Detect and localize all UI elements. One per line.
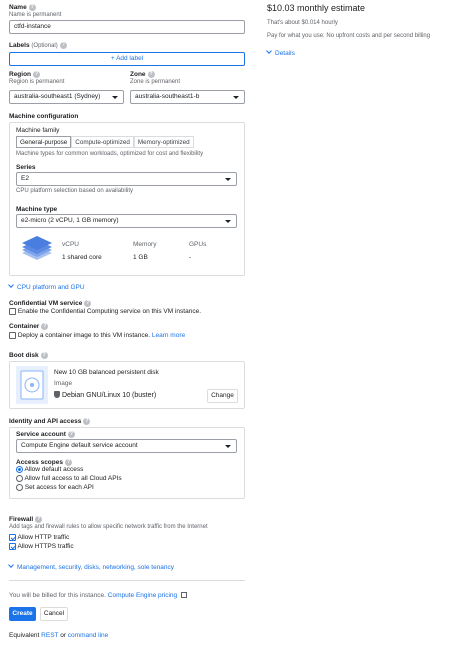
container-title: Container? bbox=[9, 323, 49, 331]
dropdown-arrow-icon bbox=[225, 445, 231, 448]
series-hint: CPU platform selection based on availabi… bbox=[16, 188, 134, 194]
firewall-hint: Add tags and firewall rules to allow spe… bbox=[9, 524, 208, 530]
dropdown-arrow-icon bbox=[233, 96, 239, 99]
machine-chip-icon bbox=[22, 236, 52, 260]
help-icon[interactable]: ? bbox=[59, 42, 67, 49]
chevron-down-icon bbox=[8, 282, 14, 288]
cancel-button[interactable]: Cancel bbox=[40, 607, 68, 621]
help-icon[interactable]: ? bbox=[64, 459, 72, 466]
monthly-estimate: $10.03 monthly estimate bbox=[267, 3, 366, 13]
spec-header-gpus: GPUs bbox=[189, 241, 207, 248]
dropdown-arrow-icon bbox=[112, 96, 118, 99]
learn-more-link[interactable]: Learn more bbox=[152, 332, 185, 339]
region-label: Region? bbox=[9, 71, 41, 79]
chevron-down-icon bbox=[266, 48, 272, 54]
pricing-note: Pay for what you use: No upfront costs a… bbox=[267, 33, 431, 39]
help-icon[interactable]: ? bbox=[41, 323, 49, 330]
name-hint: Name is permanent bbox=[9, 12, 62, 18]
help-icon[interactable]: ? bbox=[35, 516, 43, 523]
help-icon[interactable]: ? bbox=[83, 418, 91, 425]
machine-family-label: Machine family bbox=[16, 127, 60, 134]
container-option[interactable]: Deploy a container image to this VM inst… bbox=[9, 332, 185, 339]
confidential-option[interactable]: Enable the Confidential Computing servic… bbox=[9, 308, 201, 315]
https-checkbox[interactable] bbox=[9, 543, 16, 550]
labels-label: Labels (Optional)? bbox=[9, 42, 67, 49]
machine-family-tabs: General-purpose Compute-optimized Memory-o… bbox=[16, 136, 194, 148]
change-disk-button[interactable]: Change bbox=[207, 389, 238, 403]
tab-memory-optimized[interactable]: Memory-optimized bbox=[133, 136, 194, 148]
divider bbox=[9, 580, 245, 581]
rest-link[interactable]: REST bbox=[41, 632, 58, 639]
hourly-estimate: That's about $0.014 hourly bbox=[267, 20, 338, 26]
spec-header-memory: Memory bbox=[133, 241, 157, 248]
radio-button[interactable] bbox=[16, 475, 23, 482]
radio-button[interactable] bbox=[16, 484, 23, 491]
machine-config-title: Machine configuration bbox=[9, 113, 79, 120]
zone-label: Zone? bbox=[130, 71, 155, 79]
machine-type-label: Machine type bbox=[16, 206, 58, 213]
shield-icon bbox=[54, 391, 60, 398]
tab-general-purpose[interactable]: General-purpose bbox=[16, 136, 72, 148]
pricing-link[interactable]: Compute Engine pricing bbox=[108, 592, 177, 599]
cpu-platform-gpu-link[interactable]: CPU platform and GPU bbox=[8, 282, 85, 291]
confidential-checkbox[interactable] bbox=[9, 308, 16, 315]
spec-value-memory: 1 GB bbox=[133, 254, 148, 261]
dropdown-arrow-icon bbox=[225, 220, 231, 223]
spec-value-vcpu: 1 shared core bbox=[62, 254, 102, 261]
service-account-label: Service account? bbox=[16, 431, 75, 439]
spec-value-gpus: - bbox=[189, 254, 192, 261]
add-label-button[interactable]: + Add label bbox=[9, 52, 245, 66]
external-link-icon[interactable] bbox=[180, 592, 187, 598]
details-toggle[interactable]: Details bbox=[266, 48, 295, 57]
zone-select[interactable]: australia-southeast1-b bbox=[130, 90, 245, 104]
machine-type-select[interactable]: e2-micro (2 vCPU, 1 GB memory) bbox=[16, 214, 237, 228]
help-icon[interactable]: ? bbox=[147, 71, 155, 78]
help-icon[interactable]: ? bbox=[28, 4, 36, 11]
series-label: Series bbox=[16, 164, 36, 171]
tab-compute-optimized[interactable]: Compute-optimized bbox=[71, 136, 134, 148]
identity-title: Identity and API access? bbox=[9, 418, 91, 426]
region-select[interactable]: australia-southeast1 (Sydney) bbox=[9, 90, 124, 104]
image-label: Image bbox=[54, 380, 73, 387]
scope-option-default[interactable]: Allow default access bbox=[16, 466, 83, 473]
radio-button[interactable] bbox=[16, 466, 23, 473]
series-select[interactable]: E2 bbox=[16, 172, 237, 186]
help-icon[interactable]: ? bbox=[84, 300, 92, 307]
command-line-link[interactable]: command line bbox=[68, 632, 108, 639]
firewall-https-option[interactable]: Allow HTTPS traffic bbox=[9, 543, 74, 550]
disk-description: New 10 GB balanced persistent disk bbox=[54, 369, 159, 376]
help-icon[interactable]: ? bbox=[33, 71, 41, 78]
chevron-down-icon bbox=[8, 562, 14, 568]
name-label: Name? bbox=[9, 4, 36, 12]
plus-icon: + bbox=[110, 55, 115, 62]
region-hint: Region is permanent bbox=[9, 79, 65, 85]
firewall-http-option[interactable]: Allow HTTP traffic bbox=[9, 534, 69, 541]
help-icon[interactable]: ? bbox=[40, 352, 48, 359]
name-input[interactable]: ctfd-instance bbox=[9, 20, 245, 34]
firewall-title: Firewall? bbox=[9, 516, 43, 524]
service-account-select[interactable]: Compute Engine default service account bbox=[16, 439, 237, 453]
management-security-link[interactable]: Management, security, disks, networking,… bbox=[8, 562, 174, 571]
zone-hint: Zone is permanent bbox=[130, 79, 181, 85]
confidential-title: Confidential VM service? bbox=[9, 300, 92, 308]
spec-header-vcpu: vCPU bbox=[62, 241, 79, 248]
image-value: Debian GNU/Linux 10 (buster) bbox=[54, 391, 156, 399]
boot-disk-title: Boot disk? bbox=[9, 352, 48, 360]
create-button[interactable]: Create bbox=[9, 607, 36, 621]
scope-option-each[interactable]: Set access for each API bbox=[16, 484, 94, 491]
billing-notice: You will be billed for this instance. Co… bbox=[9, 592, 187, 599]
disk-icon bbox=[16, 366, 48, 404]
help-icon[interactable]: ? bbox=[67, 431, 75, 438]
machine-family-hint: Machine types for common workloads, opti… bbox=[16, 151, 204, 157]
equivalent-line: Equivalent REST or command line bbox=[9, 632, 109, 639]
scope-option-full[interactable]: Allow full access to all Cloud APIs bbox=[16, 475, 122, 482]
http-checkbox[interactable] bbox=[9, 534, 16, 541]
container-checkbox[interactable] bbox=[9, 332, 16, 339]
dropdown-arrow-icon bbox=[225, 178, 231, 181]
